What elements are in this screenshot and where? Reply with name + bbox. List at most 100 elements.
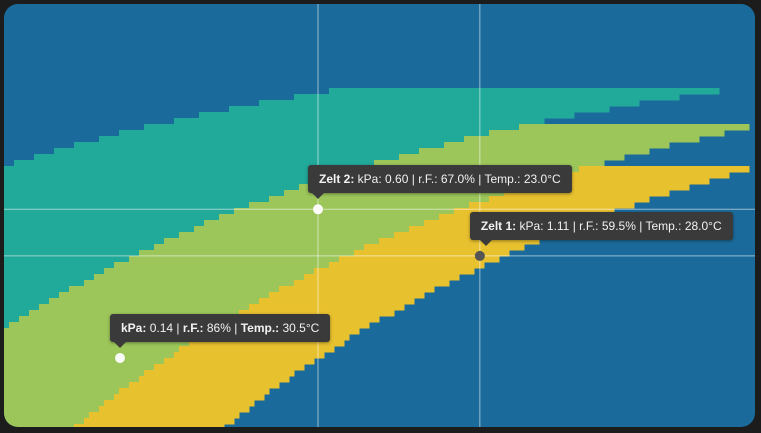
heatmap-cell bbox=[114, 262, 330, 269]
heatmap-cell bbox=[4, 406, 100, 413]
heatmap-cell bbox=[179, 346, 335, 353]
vpd-chart-card: Zelt 2: kPa: 0.60 | r.F.: 67.0% | Temp.:… bbox=[4, 4, 755, 427]
heatmap-cell bbox=[164, 238, 380, 245]
heatmap-cell bbox=[4, 376, 140, 383]
heatmap-cell bbox=[329, 88, 720, 95]
heatmap-cell bbox=[84, 280, 295, 287]
heatmap-cell bbox=[519, 124, 750, 131]
heatmap-cell bbox=[179, 232, 395, 239]
tent-point[interactable] bbox=[312, 204, 323, 215]
heatmap-cell bbox=[69, 286, 280, 293]
tooltip-zelt-2: Zelt 2: kPa: 0.60 | r.F.: 67.0% | Temp.:… bbox=[307, 165, 572, 200]
heatmap-cell bbox=[4, 70, 455, 77]
rh-label: r.F.: bbox=[579, 218, 599, 233]
heatmap-cell bbox=[4, 286, 70, 293]
heatmap-cell bbox=[4, 190, 285, 197]
heatmap-cell bbox=[4, 178, 320, 185]
tooltip-name: Zelt 2: bbox=[318, 172, 355, 187]
heatmap-cell bbox=[139, 376, 290, 383]
heatmap-cell bbox=[4, 196, 270, 203]
heatmap-cell bbox=[4, 316, 20, 323]
temp-value: 30.5°C bbox=[282, 321, 320, 335]
rh-label: r.F.: bbox=[182, 321, 204, 335]
heatmap-cell bbox=[4, 202, 250, 209]
heatmap-cell bbox=[4, 88, 330, 95]
heatmap-cell bbox=[4, 280, 85, 287]
heatmap-cell bbox=[4, 100, 260, 107]
heatmap-cell bbox=[269, 196, 490, 203]
heatmap-cell bbox=[269, 292, 425, 299]
heatmap-cell bbox=[294, 94, 680, 101]
heatmap-cell bbox=[144, 370, 295, 377]
heatmap-cell bbox=[4, 46, 700, 53]
heatmap-cell bbox=[4, 76, 410, 83]
heatmap-cell bbox=[74, 142, 445, 149]
heatmap-cell bbox=[4, 352, 175, 359]
heatmap-cell bbox=[4, 130, 120, 137]
heatmap-cell bbox=[49, 298, 260, 305]
heatmap-cell bbox=[104, 400, 255, 407]
heatmap-cell bbox=[4, 226, 195, 233]
heatmap-cell bbox=[4, 412, 90, 419]
heatmap-cell bbox=[559, 172, 730, 179]
heatmap-cell bbox=[4, 322, 10, 329]
heatmap-cell bbox=[164, 358, 315, 365]
heatmap-cell bbox=[314, 268, 475, 275]
heatmap-cell bbox=[4, 370, 145, 377]
heatmap-cell bbox=[444, 142, 670, 149]
heatmap-cell bbox=[74, 424, 225, 427]
heatmap-cell bbox=[4, 106, 230, 113]
heatmap-cell bbox=[129, 256, 340, 263]
heatmap-cell bbox=[469, 202, 635, 209]
heatmap-cell bbox=[4, 400, 105, 407]
heatmap-cell bbox=[4, 220, 205, 227]
kpa-label: kPa: bbox=[519, 218, 544, 233]
heatmap-cell bbox=[4, 274, 95, 281]
heatmap-cell bbox=[489, 196, 650, 203]
heatmap-cell bbox=[399, 154, 625, 161]
temp-value: 23.0°C bbox=[523, 172, 561, 187]
heatmap-cell bbox=[4, 166, 355, 173]
heatmap-cell bbox=[99, 136, 465, 143]
heatmap-cell bbox=[219, 214, 440, 221]
heatmap-cell bbox=[4, 112, 200, 119]
tent-point[interactable] bbox=[474, 250, 485, 261]
heatmap-cell bbox=[4, 304, 40, 311]
rh-value: 86% bbox=[206, 321, 231, 335]
rh-value: 67.0% bbox=[440, 172, 475, 187]
heatmap-cell bbox=[129, 382, 280, 389]
heatmap-cell bbox=[174, 352, 325, 359]
heatmap-cell bbox=[4, 232, 180, 239]
cursor-point[interactable] bbox=[115, 353, 125, 363]
temp-value: 28.0°C bbox=[684, 218, 722, 233]
heatmap-cell bbox=[4, 262, 115, 269]
rh-value: 59.5% bbox=[601, 218, 636, 233]
heatmap-cell bbox=[34, 154, 400, 161]
heatmap-cell bbox=[4, 52, 625, 59]
heatmap-cell bbox=[259, 100, 640, 107]
heatmap-cell bbox=[4, 154, 35, 161]
heatmap-cell bbox=[54, 148, 420, 155]
heatmap-cell bbox=[4, 82, 365, 89]
heatmap-cell bbox=[4, 388, 120, 395]
heatmap-cell bbox=[4, 94, 295, 101]
heatmap-cell bbox=[174, 118, 545, 125]
heatmap-cell bbox=[249, 202, 470, 209]
heatmap-cell bbox=[114, 394, 265, 401]
heatmap-cell bbox=[119, 130, 490, 137]
heatmap-cell bbox=[579, 166, 750, 173]
heatmap-cell bbox=[94, 274, 305, 281]
heatmap-cell bbox=[4, 172, 340, 179]
heatmap-cell bbox=[39, 304, 250, 311]
heatmap-cell bbox=[304, 274, 460, 281]
tooltip-name: Zelt 1: bbox=[480, 218, 517, 233]
heatmap-cell bbox=[89, 412, 240, 419]
heatmap-cell bbox=[249, 304, 405, 311]
kpa-value: 0.14 bbox=[149, 321, 174, 335]
heatmap-cell bbox=[119, 388, 270, 395]
heatmap-cell bbox=[84, 418, 235, 425]
heatmap-cell bbox=[4, 58, 560, 65]
heatmap-cell bbox=[4, 184, 300, 191]
heatmap-cell bbox=[364, 244, 525, 251]
tooltip-cursor: kPa: 0.14 | r.F.: 86% | Temp.: 30.5°C bbox=[110, 314, 331, 348]
